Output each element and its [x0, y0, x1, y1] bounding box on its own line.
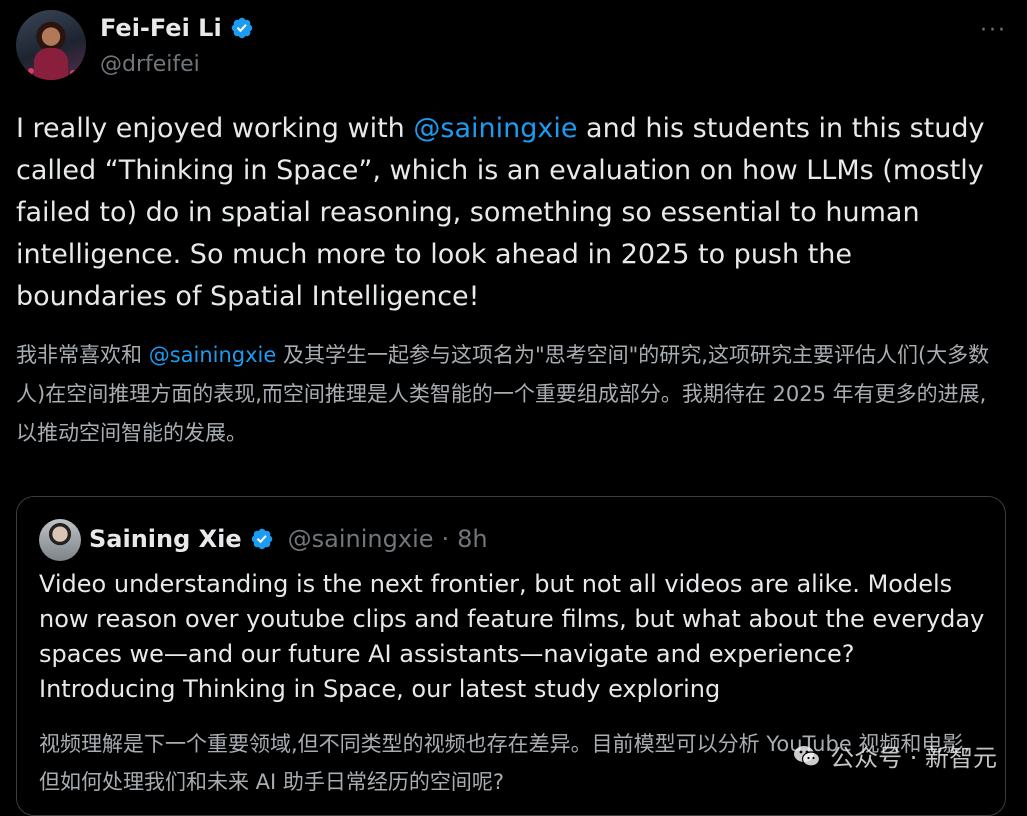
author-handle[interactable]: @drfeifei: [100, 52, 200, 77]
quoted-author-name[interactable]: Saining Xie: [89, 525, 242, 553]
translation-text-part: 我非常喜欢和: [16, 343, 149, 367]
avatar-light: [70, 70, 76, 76]
watermark-text: 公众号 · 新智元: [830, 744, 997, 772]
quoted-text-line: Video understanding is the next frontier…: [39, 570, 985, 668]
author-name-row[interactable]: Fei-Fei Li: [100, 14, 254, 42]
quoted-author-row: Saining Xie @sainingxie · 8h: [89, 525, 488, 553]
quoted-tweet-text: Video understanding is the next frontier…: [39, 567, 989, 707]
translation-mention-link[interactable]: @sainingxie: [149, 343, 277, 367]
tweet-text: I really enjoyed working with @sainingxi…: [16, 108, 1006, 318]
author-name[interactable]: Fei-Fei Li: [100, 14, 222, 42]
author-avatar[interactable]: [16, 10, 86, 80]
verified-badge-icon: [231, 17, 252, 39]
mention-link[interactable]: @sainingxie: [413, 113, 577, 144]
watermark: 公众号 · 新智元: [792, 738, 997, 773]
quoted-timestamp[interactable]: 8h: [457, 525, 487, 553]
tweet-text-part: I really enjoyed working with: [16, 113, 414, 144]
quoted-text-line: Introducing Thinking in Space, our lates…: [39, 675, 721, 703]
more-options-button[interactable]: ···: [980, 18, 1007, 43]
meta-separator: ·: [441, 525, 450, 553]
avatar-light: [28, 68, 34, 74]
verified-badge-icon: [251, 528, 272, 550]
tweet-translation: 我非常喜欢和 @sainingxie 及其学生一起参与这项名为"思考空间"的研究…: [16, 336, 1006, 453]
wechat-icon: [794, 745, 821, 767]
quoted-author-handle[interactable]: @sainingxie: [288, 525, 434, 553]
avatar-figure: [34, 48, 68, 80]
quoted-author-avatar[interactable]: [39, 519, 81, 561]
